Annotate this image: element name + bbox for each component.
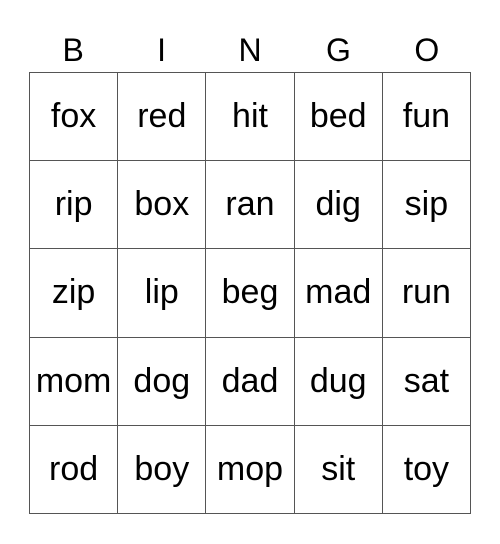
header-letter-b: B — [62, 32, 84, 68]
bingo-cell[interactable]: boy — [118, 425, 207, 514]
bingo-cell[interactable]: lip — [118, 249, 207, 338]
bingo-cell[interactable]: rod — [30, 425, 119, 514]
bingo-cell[interactable]: ran — [206, 161, 295, 250]
header-letter-g: G — [325, 32, 351, 68]
bingo-cell[interactable]: fun — [382, 73, 471, 162]
bingo-cell[interactable]: dig — [294, 161, 383, 250]
bingo-cell[interactable]: sit — [294, 425, 383, 514]
bingo-cell[interactable]: mad — [294, 249, 383, 338]
bingo-cell[interactable]: run — [382, 249, 471, 338]
bingo-cell[interactable]: bed — [294, 73, 383, 162]
bingo-cell[interactable]: dug — [294, 337, 383, 426]
bingo-cell[interactable]: box — [118, 161, 207, 250]
header-letter-i: I — [157, 32, 167, 68]
bingo-cell[interactable]: hit — [206, 73, 295, 162]
bingo-cell[interactable]: mom — [30, 337, 119, 426]
bingo-cell[interactable]: toy — [382, 425, 471, 514]
bingo-cell[interactable]: mop — [206, 425, 295, 514]
bingo-cell[interactable]: zip — [30, 249, 119, 338]
bingo-card: fox red hit bed fun rip box ran dig sip zip lip beg m… — [29, 72, 471, 514]
bingo-cell[interactable]: beg — [206, 249, 295, 338]
bingo-header: BINGO — [29, 28, 471, 72]
bingo-cell[interactable]: rip — [30, 161, 119, 250]
bingo-cell[interactable]: dog — [118, 337, 207, 426]
bingo-cell[interactable]: fox — [30, 73, 119, 162]
header-letter-n: N — [238, 32, 262, 68]
bingo-cell[interactable]: dad — [206, 337, 295, 426]
bingo-cell[interactable]: sip — [382, 161, 471, 250]
header-letter-o: O — [414, 32, 440, 68]
bingo-cell[interactable]: sat — [382, 337, 471, 426]
bingo-cell[interactable]: red — [118, 73, 207, 162]
